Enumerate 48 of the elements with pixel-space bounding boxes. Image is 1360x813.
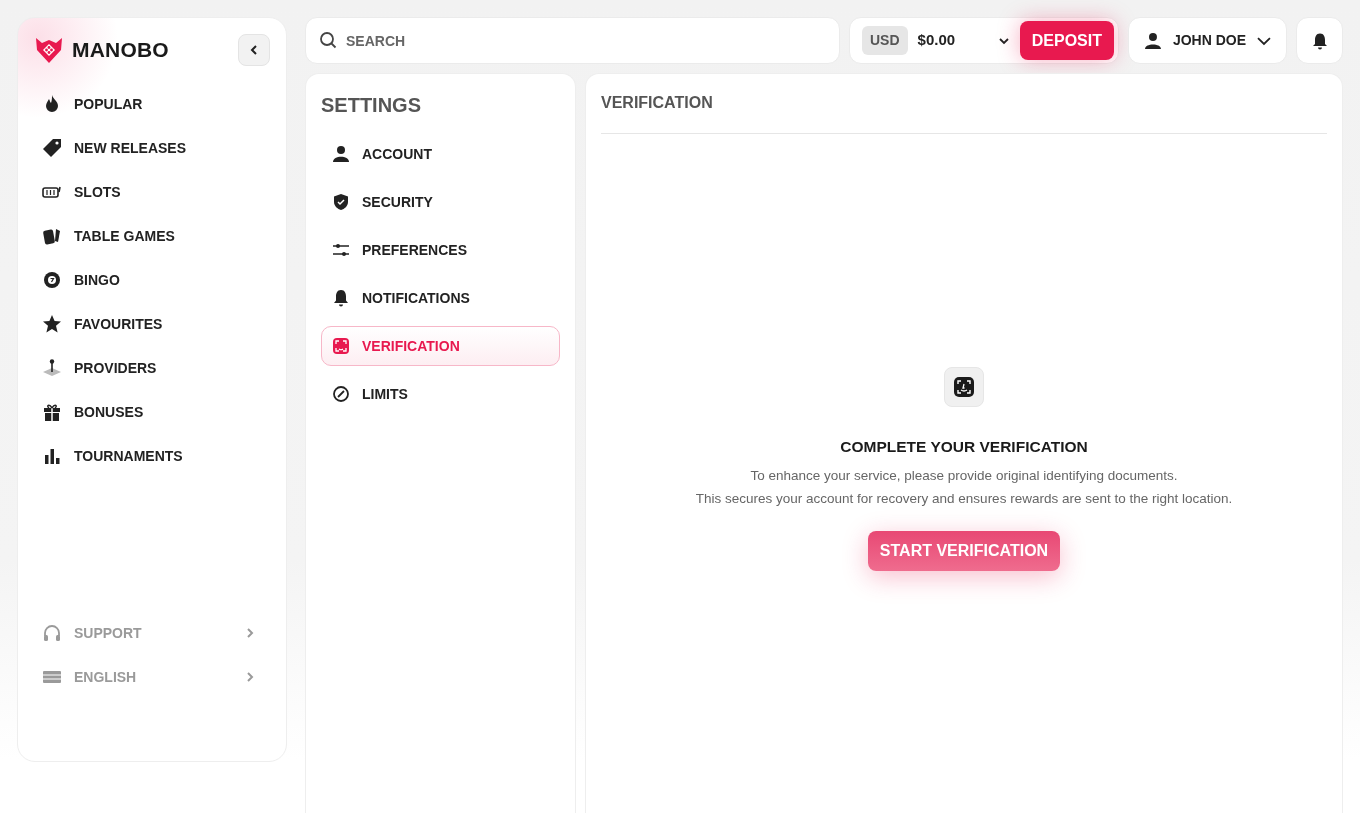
- panel-title: VERIFICATION: [601, 91, 1327, 134]
- currency-badge: USD: [862, 26, 908, 55]
- sidebar-item[interactable]: NEW RELEASES: [34, 126, 270, 170]
- sidebar-item[interactable]: TABLE GAMES: [34, 214, 270, 258]
- collapse-button[interactable]: [238, 34, 270, 66]
- sidebar-item[interactable]: BONUSES: [34, 390, 270, 434]
- chevron-right-icon: [244, 671, 256, 683]
- settings-tab[interactable]: LIMITS: [321, 374, 560, 414]
- bar-chart-icon: [42, 446, 62, 466]
- user-icon: [332, 145, 350, 163]
- headset-icon: [42, 623, 62, 643]
- description-text: This secures your account for recovery and ensures rewards are sent to the right location.: [695, 489, 1233, 508]
- settings-tab[interactable]: NOTIFICATIONS: [321, 278, 560, 318]
- tag-icon: [42, 138, 62, 158]
- chevron-right-icon: [244, 627, 256, 639]
- deposit-button[interactable]: DEPOSIT: [1019, 21, 1114, 60]
- face-scan-icon: [332, 337, 350, 355]
- settings-tab[interactable]: SECURITY: [321, 182, 560, 222]
- sidebar-item[interactable]: SLOTS: [34, 170, 270, 214]
- sidebar-item[interactable]: BINGO: [34, 258, 270, 302]
- sliders-icon: [332, 241, 350, 259]
- user-menu[interactable]: JOHN DOE: [1128, 17, 1287, 64]
- bell-icon: [332, 289, 350, 307]
- gift-icon: [42, 402, 62, 422]
- settings-tab[interactable]: VERIFICATION: [321, 326, 560, 366]
- sidebar-item[interactable]: PROVIDERS: [34, 346, 270, 390]
- settings-tab[interactable]: PREFERENCES: [321, 230, 560, 270]
- logo-icon: [34, 35, 64, 65]
- sidebar-item[interactable]: POPULAR: [34, 82, 270, 126]
- description-text: To enhance your service, please provide original identifying documents.: [749, 467, 1179, 486]
- chevron-left-icon: [248, 44, 260, 56]
- gauge-icon: [332, 385, 350, 403]
- verification-heading: COMPLETE YOUR VERIFICATION: [840, 437, 1088, 457]
- brand-name: MANOBO: [72, 37, 169, 64]
- bingo-ball-icon: [42, 270, 62, 290]
- sidebar-item[interactable]: TOURNAMENTS: [34, 434, 270, 478]
- sidebar-item[interactable]: FAVOURITES: [34, 302, 270, 346]
- search-icon: [319, 31, 337, 49]
- settings-tab[interactable]: ACCOUNT: [321, 134, 560, 174]
- star-icon: [42, 314, 62, 334]
- balance: $0.00: [917, 30, 957, 51]
- shield-icon: [332, 193, 350, 211]
- face-scan-icon: [953, 376, 975, 398]
- cards-icon: [42, 226, 62, 246]
- user-icon: [1143, 30, 1163, 51]
- settings-title: SETTINGS: [321, 93, 422, 118]
- search-field[interactable]: SEARCH: [305, 17, 840, 64]
- joystick-icon: [42, 358, 62, 378]
